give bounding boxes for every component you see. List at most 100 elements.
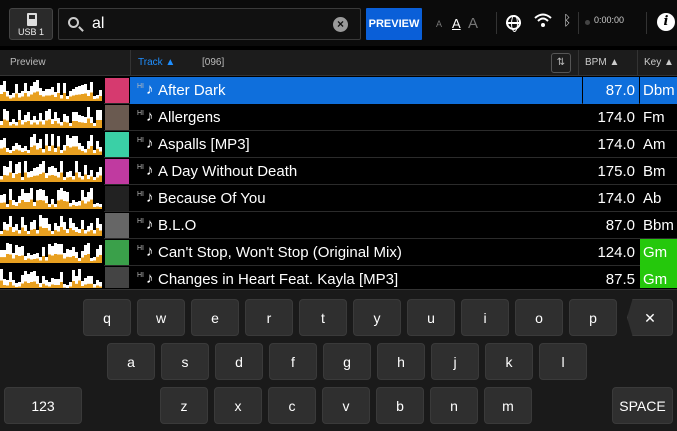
track-row[interactable]: HI ♪ B.L.O 87.0 Bbm <box>0 212 677 239</box>
waveform-preview[interactable] <box>0 267 104 288</box>
track-title: B.L.O <box>158 217 197 234</box>
track-key: Bbm <box>643 217 674 234</box>
track-row[interactable]: HI ♪ Changes in Heart Feat. Kayla [MP3] 87.… <box>0 266 677 288</box>
font-size-large-button[interactable]: A <box>468 8 478 40</box>
preview-column-header[interactable]: Preview <box>10 50 46 76</box>
track-list: HI ♪ After Dark 87.0 Dbm HI ♪ Allergens 174.0 Fm H… <box>0 77 677 288</box>
key-c[interactable]: c <box>268 387 316 424</box>
key-b[interactable]: b <box>376 387 424 424</box>
track-title: Because Of You <box>158 190 266 207</box>
key-o[interactable]: o <box>515 299 563 336</box>
key-e[interactable]: e <box>191 299 239 336</box>
track-title-cell[interactable]: HI ♪ Allergens <box>130 104 582 131</box>
key-x[interactable]: x <box>214 387 262 424</box>
usb-source-button[interactable]: USB 1 <box>9 8 53 40</box>
font-size-selector: A A A <box>430 8 492 40</box>
track-key: Bm <box>643 163 666 180</box>
waveform-preview[interactable] <box>0 186 104 212</box>
track-row[interactable]: HI ♪ Allergens 174.0 Fm <box>0 104 677 131</box>
key-column-header[interactable]: Key ▲ <box>644 50 674 76</box>
track-title-cell[interactable]: HI ♪ After Dark <box>130 77 582 104</box>
waveform-bar <box>99 90 102 101</box>
track-row[interactable]: HI ♪ Can't Stop, Won't Stop (Original Mix)… <box>0 239 677 266</box>
track-column-header[interactable]: Track ▲ <box>138 50 175 76</box>
key-m[interactable]: m <box>484 387 532 424</box>
track-key: Dbm <box>640 77 677 104</box>
track-title-cell[interactable]: HI ♪ Because Of You <box>130 185 582 212</box>
key-w[interactable]: w <box>137 299 185 336</box>
bluetooth-icon: ᛒ <box>563 12 572 28</box>
waveform-preview[interactable] <box>0 213 104 239</box>
waveform-preview[interactable] <box>0 240 104 266</box>
usb-label: USB 1 <box>17 27 44 37</box>
numbers-key[interactable]: 123 <box>4 387 82 424</box>
music-note-icon: HI ♪ <box>137 216 154 233</box>
key-v[interactable]: v <box>322 387 370 424</box>
divider <box>578 50 579 76</box>
key-d[interactable]: d <box>215 343 263 380</box>
track-title: A Day Without Death <box>158 163 298 180</box>
album-artwork <box>105 240 129 265</box>
track-title-cell[interactable]: HI ♪ A Day Without Death <box>130 158 582 185</box>
key-q[interactable]: q <box>83 299 131 336</box>
track-bpm: 87.5 <box>605 271 635 288</box>
waveform-preview[interactable] <box>0 78 104 104</box>
waveform-preview[interactable] <box>0 105 104 131</box>
track-count: [096] <box>202 57 225 68</box>
album-artwork <box>105 186 129 211</box>
key-l[interactable]: l <box>539 343 587 380</box>
bpm-column-header[interactable]: BPM ▲ <box>585 50 619 76</box>
waveform-bar <box>99 245 102 263</box>
waveform-preview[interactable] <box>0 132 104 158</box>
key-a[interactable]: a <box>107 343 155 380</box>
divider <box>637 50 638 76</box>
track-row[interactable]: HI ♪ A Day Without Death 175.0 Bm <box>0 158 677 185</box>
waveform-preview[interactable] <box>0 159 104 185</box>
globe-icon[interactable] <box>506 15 521 32</box>
track-bpm: 175.0 <box>597 163 635 180</box>
info-icon[interactable]: i <box>657 13 675 31</box>
record-indicator-icon <box>585 20 590 25</box>
key-y[interactable]: y <box>353 299 401 336</box>
key-g[interactable]: g <box>323 343 371 380</box>
key-s[interactable]: s <box>161 343 209 380</box>
key-t[interactable]: t <box>299 299 347 336</box>
key-n[interactable]: n <box>430 387 478 424</box>
key-u[interactable]: u <box>407 299 455 336</box>
key-h[interactable]: h <box>377 343 425 380</box>
track-title: Allergens <box>158 109 221 126</box>
key-p[interactable]: p <box>569 299 617 336</box>
album-artwork <box>105 213 129 238</box>
sort-toggle-icon[interactable]: ⇅ <box>551 53 571 73</box>
track-key: Fm <box>643 109 665 126</box>
track-key: Am <box>643 136 666 153</box>
font-size-small-button[interactable]: A <box>436 8 442 40</box>
track-title-cell[interactable]: HI ♪ Can't Stop, Won't Stop (Original Mix) <box>130 239 582 266</box>
music-note-icon: HI ♪ <box>137 189 154 206</box>
track-key: Ab <box>643 190 662 207</box>
track-row[interactable]: HI ♪ Because Of You 174.0 Ab <box>0 185 677 212</box>
track-title-cell[interactable]: HI ♪ Changes in Heart Feat. Kayla [MP3] <box>130 266 582 288</box>
search-input[interactable]: al × <box>58 8 361 40</box>
album-artwork <box>105 132 129 157</box>
space-key[interactable]: SPACE <box>612 387 673 424</box>
waveform-bar <box>99 110 102 128</box>
key-z[interactable]: z <box>160 387 208 424</box>
track-title-cell[interactable]: HI ♪ B.L.O <box>130 212 582 239</box>
music-note-icon: HI ♪ <box>137 135 154 152</box>
key-j[interactable]: j <box>431 343 479 380</box>
usb-icon <box>27 13 37 26</box>
track-row[interactable]: HI ♪ Aspalls [MP3] 174.0 Am <box>0 131 677 158</box>
preview-button[interactable]: PREVIEW <box>366 8 422 40</box>
key-f[interactable]: f <box>269 343 317 380</box>
key-i[interactable]: i <box>461 299 509 336</box>
track-row[interactable]: HI ♪ After Dark 87.0 Dbm <box>0 77 677 104</box>
key-k[interactable]: k <box>485 343 533 380</box>
key-r[interactable]: r <box>245 299 293 336</box>
wifi-icon <box>534 13 552 27</box>
track-title: Changes in Heart Feat. Kayla [MP3] <box>158 271 399 288</box>
clear-search-icon[interactable]: × <box>333 17 348 32</box>
font-size-medium-button[interactable]: A <box>452 8 461 40</box>
backspace-button[interactable]: ✕ <box>627 299 673 336</box>
track-title-cell[interactable]: HI ♪ Aspalls [MP3] <box>130 131 582 158</box>
